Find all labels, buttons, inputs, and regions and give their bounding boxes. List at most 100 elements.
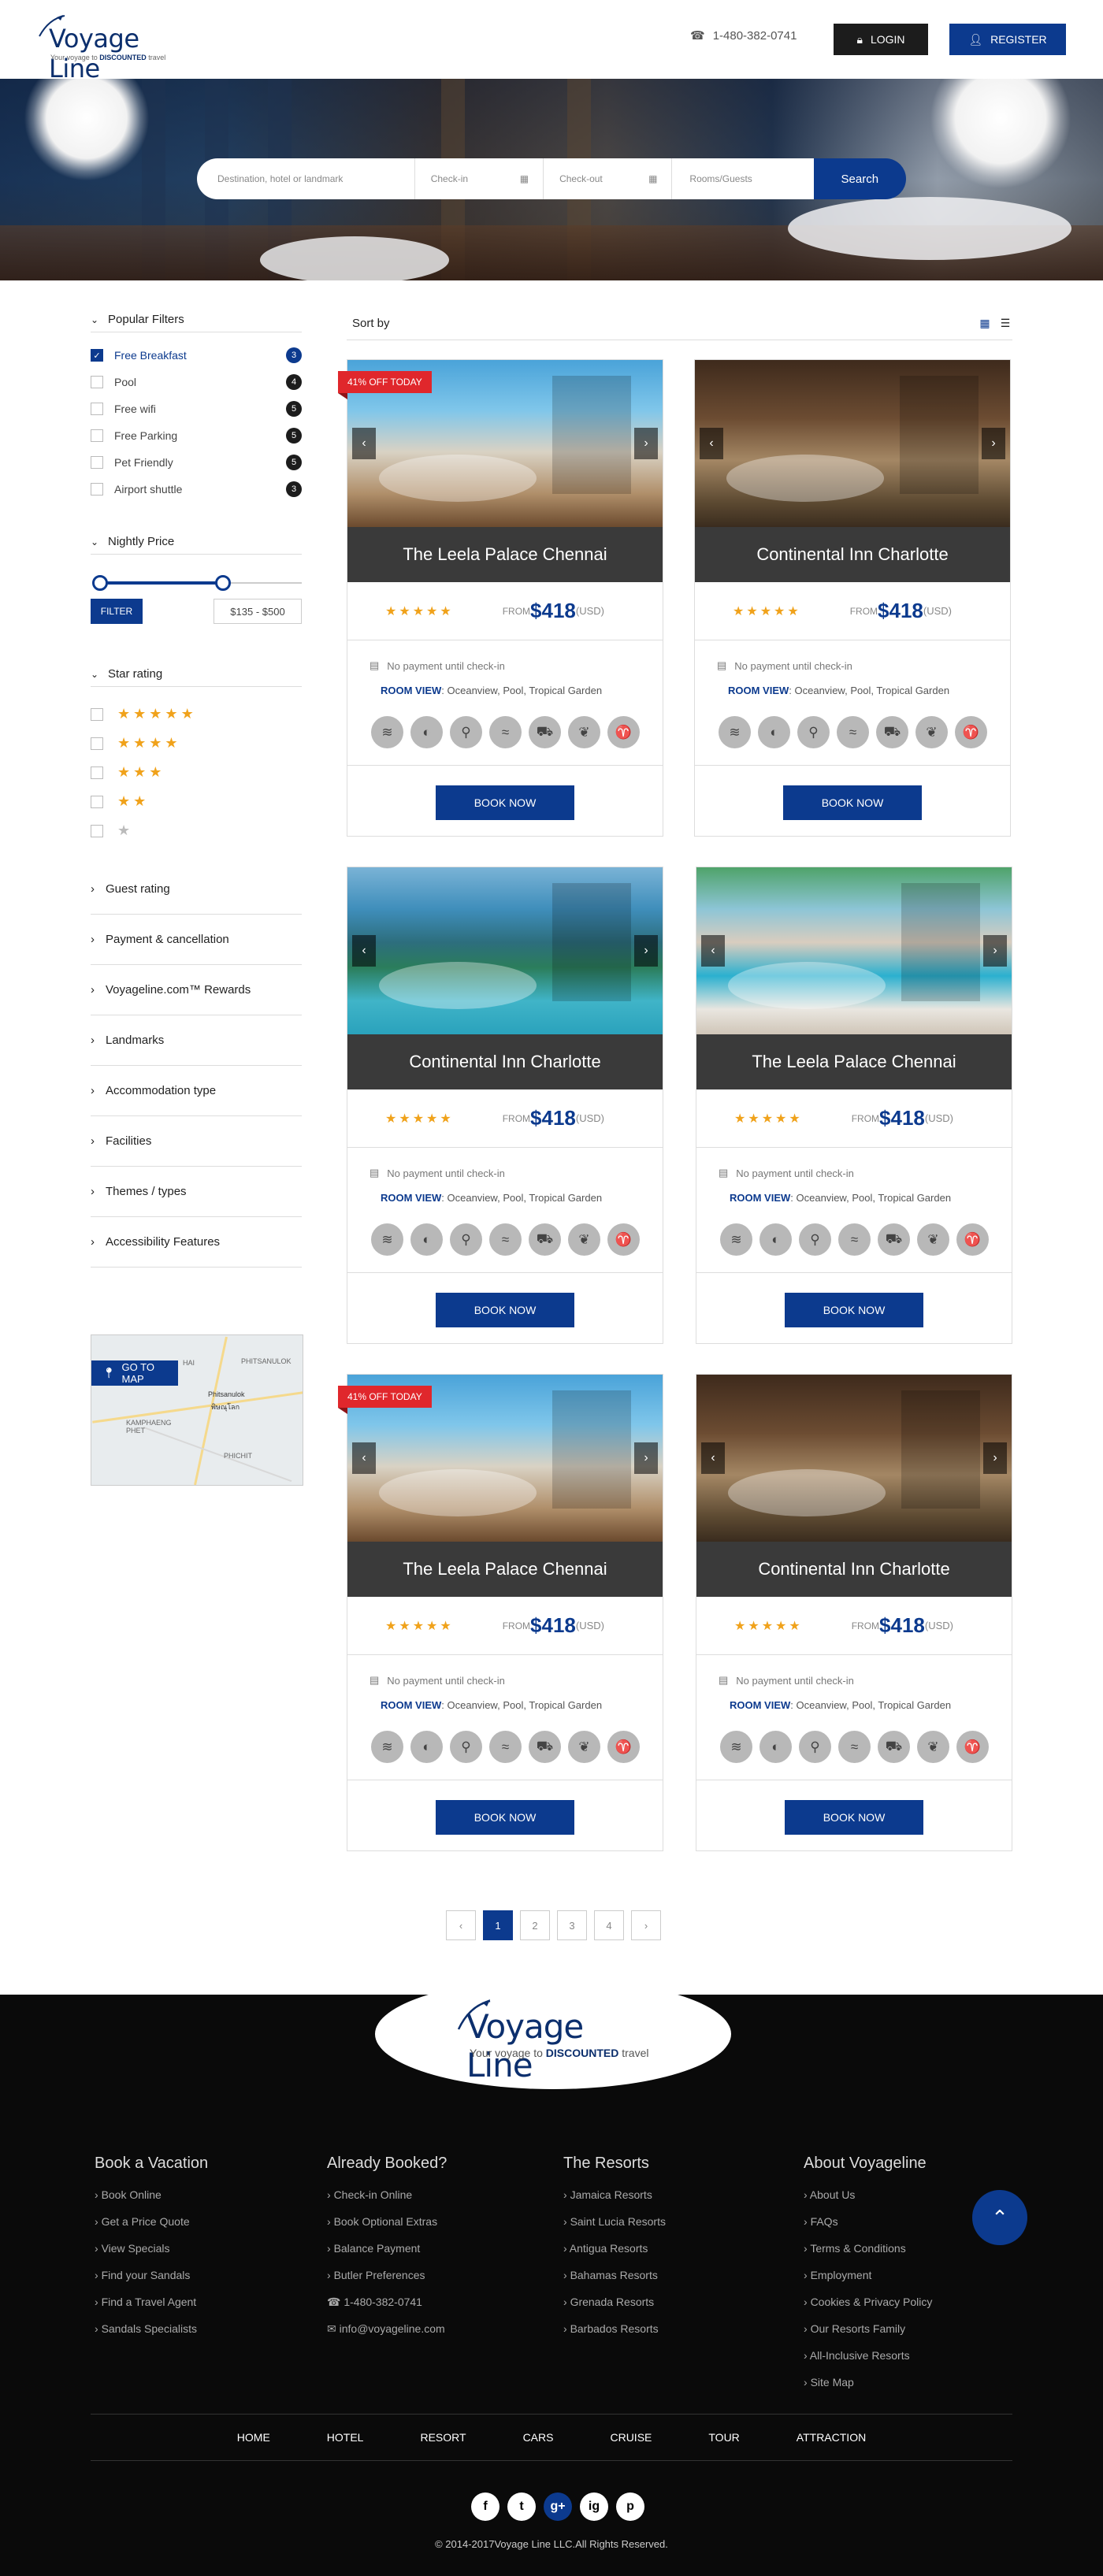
filter-checkbox[interactable] (91, 429, 103, 442)
rooms-guests-input[interactable]: Rooms/Guests (672, 158, 814, 199)
footer-link[interactable]: Our Resorts Family (804, 2322, 932, 2349)
footer-link[interactable]: FAQs (804, 2215, 932, 2242)
filter-item[interactable]: Pool 4 (91, 369, 302, 395)
star-checkbox[interactable] (91, 824, 103, 837)
star-rating-option[interactable]: ★★★ (91, 758, 302, 787)
star-checkbox[interactable] (91, 795, 103, 808)
footer-link[interactable]: Site Map (804, 2376, 932, 2403)
hotel-name[interactable]: Continental Inn Charlotte (696, 1542, 1012, 1597)
footer-nav-tour[interactable]: TOUR (680, 2431, 767, 2444)
footer-link[interactable]: About Us (804, 2188, 932, 2215)
back-to-top-button[interactable]: ⌃ (972, 2190, 1027, 2245)
google-plus-icon[interactable]: g+ (544, 2492, 572, 2521)
collapsed-section[interactable]: › Guest rating (91, 864, 302, 915)
footer-link[interactable]: Book Online (95, 2188, 208, 2215)
filter-item[interactable]: Airport shuttle 3 (91, 476, 302, 503)
book-now-button[interactable]: BOOK NOW (436, 785, 574, 820)
checkin-input[interactable]: Check-in ▦ (414, 158, 544, 199)
footer-logo[interactable]: Voyage Line Your voyage to DISCOUNTED tr… (452, 1995, 657, 2084)
hotel-name[interactable]: Continental Inn Charlotte (695, 527, 1010, 582)
star-checkbox[interactable] (91, 737, 103, 750)
pagination-page-3[interactable]: 3 (557, 1910, 587, 1940)
footer-link[interactable]: Butler Preferences (327, 2269, 447, 2296)
footer-nav-cars[interactable]: CARS (495, 2431, 582, 2444)
collapsed-section[interactable]: › Accommodation type (91, 1066, 302, 1116)
filter-checkbox[interactable]: ✓ (91, 349, 103, 362)
star-rating-option[interactable]: ★★★★ (91, 729, 302, 758)
carousel-next-button[interactable]: › (634, 1442, 658, 1474)
carousel-prev-button[interactable]: ‹ (352, 428, 376, 459)
footer-nav-resort[interactable]: RESORT (392, 2431, 494, 2444)
pagination-prev-button[interactable]: ‹ (446, 1910, 476, 1940)
footer-link[interactable]: Balance Payment (327, 2242, 447, 2269)
go-to-map-button[interactable]: 📍︎ GO TO MAP (91, 1360, 178, 1386)
carousel-prev-button[interactable]: ‹ (352, 1442, 376, 1474)
map-preview[interactable]: PHITSANULOK Phitsanulok พิษณุโลก KAMPHAE… (91, 1334, 303, 1486)
footer-link[interactable]: View Specials (95, 2242, 208, 2269)
footer-link[interactable]: Grenada Resorts (563, 2296, 666, 2322)
carousel-prev-button[interactable]: ‹ (701, 1442, 725, 1474)
filter-checkbox[interactable] (91, 483, 103, 496)
footer-link[interactable]: Bahamas Resorts (563, 2269, 666, 2296)
header-phone[interactable]: ☎ 1-480-382-0741 (690, 28, 797, 43)
star-rating-option[interactable]: ★★ (91, 787, 302, 816)
star-checkbox[interactable] (91, 766, 103, 779)
hotel-photo[interactable]: ‹ › (696, 1375, 1012, 1542)
footer-nav-hotel[interactable]: HOTEL (299, 2431, 392, 2444)
footer-link[interactable]: All-Inclusive Resorts (804, 2349, 932, 2376)
carousel-next-button[interactable]: › (634, 935, 658, 967)
footer-link[interactable]: Sandals Specialists (95, 2322, 208, 2349)
footer-link[interactable]: Antigua Resorts (563, 2242, 666, 2269)
carousel-next-button[interactable]: › (634, 428, 658, 459)
footer-link[interactable]: Find a Travel Agent (95, 2296, 208, 2322)
hotel-photo[interactable]: ‹ › (695, 360, 1010, 527)
footer-link[interactable]: Book Optional Extras (327, 2215, 447, 2242)
footer-link[interactable]: Check-in Online (327, 2188, 447, 2215)
book-now-button[interactable]: BOOK NOW (785, 1293, 923, 1327)
hotel-photo[interactable]: ‹ › (347, 867, 663, 1034)
carousel-next-button[interactable]: › (982, 428, 1005, 459)
star-rating-option[interactable]: ★★★★★ (91, 700, 302, 729)
filter-item[interactable]: Free Parking 5 (91, 422, 302, 449)
footer-link[interactable]: Find your Sandals (95, 2269, 208, 2296)
pagination-page-2[interactable]: 2 (520, 1910, 550, 1940)
collapsed-section[interactable]: › Themes / types (91, 1167, 302, 1217)
hotel-name[interactable]: The Leela Palace Chennai (347, 1542, 663, 1597)
footer-link[interactable]: Get a Price Quote (95, 2215, 208, 2242)
register-button[interactable]: 👤︎ REGISTER (949, 24, 1066, 55)
collapsed-section[interactable]: › Facilities (91, 1116, 302, 1167)
carousel-prev-button[interactable]: ‹ (700, 428, 723, 459)
instagram-icon[interactable]: ig (580, 2492, 608, 2521)
book-now-button[interactable]: BOOK NOW (783, 785, 922, 820)
login-button[interactable]: 🔒︎ LOGIN (834, 24, 928, 55)
star-checkbox[interactable] (91, 707, 103, 721)
filter-checkbox[interactable] (91, 376, 103, 388)
price-slider[interactable] (91, 575, 302, 591)
collapsed-section[interactable]: › Landmarks (91, 1015, 302, 1066)
popular-filters-header[interactable]: ⌄ Popular Filters (91, 307, 302, 332)
filter-item[interactable]: Free wifi 5 (91, 395, 302, 422)
filter-checkbox[interactable] (91, 456, 103, 469)
carousel-next-button[interactable]: › (983, 935, 1007, 967)
footer-link[interactable]: Cookies & Privacy Policy (804, 2296, 933, 2322)
logo[interactable]: Voyage Line Your voyage to DISCOUNTED tr… (35, 14, 176, 84)
footer-link[interactable]: Barbados Resorts (563, 2322, 666, 2349)
carousel-prev-button[interactable]: ‹ (352, 935, 376, 967)
star-rating-header[interactable]: ⌄ Star rating (91, 662, 302, 687)
collapsed-section[interactable]: › Voyageline.com™ Rewards (91, 965, 302, 1015)
pinterest-icon[interactable]: p (616, 2492, 644, 2521)
grid-view-icon[interactable]: ▦ (978, 317, 992, 331)
footer-phone[interactable]: ☎ 1-480-382-0741 (327, 2296, 447, 2322)
book-now-button[interactable]: BOOK NOW (436, 1800, 574, 1835)
hotel-name[interactable]: The Leela Palace Chennai (696, 1034, 1012, 1089)
footer-email[interactable]: ✉ info@voyageline.com (327, 2322, 447, 2349)
footer-link[interactable]: Jamaica Resorts (563, 2188, 666, 2215)
carousel-next-button[interactable]: › (983, 1442, 1007, 1474)
pagination-next-button[interactable]: › (631, 1910, 661, 1940)
slider-min-handle[interactable] (92, 575, 108, 591)
filter-item[interactable]: ✓ Free Breakfast 3 (91, 342, 302, 369)
star-rating-option[interactable]: ★ (91, 816, 302, 845)
pagination-page-1[interactable]: 1 (483, 1910, 513, 1940)
destination-input[interactable]: Destination, hotel or landmark (197, 158, 415, 199)
footer-nav-home[interactable]: HOME (209, 2431, 299, 2444)
